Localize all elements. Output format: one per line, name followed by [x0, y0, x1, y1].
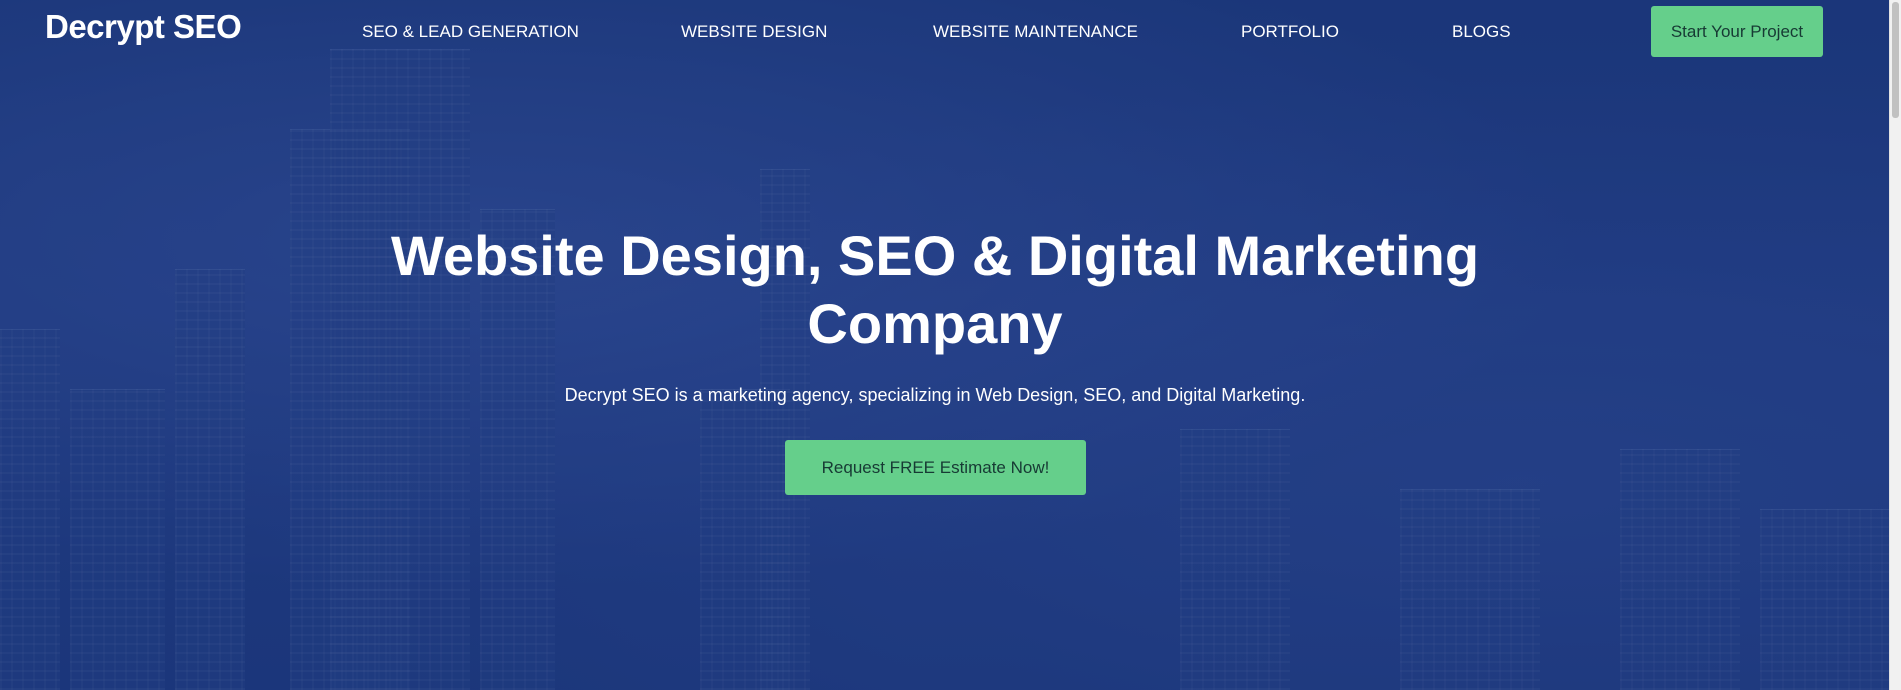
hero-title-line-2: Company	[807, 292, 1063, 355]
site-logo[interactable]: Decrypt SEO	[45, 8, 242, 46]
nav-link-website-design[interactable]: WEBSITE DESIGN	[681, 22, 827, 42]
request-estimate-button[interactable]: Request FREE Estimate Now!	[785, 440, 1086, 495]
hero-title: Website Design, SEO & Digital Marketing …	[0, 222, 1870, 358]
hero-title-line-1: Website Design, SEO & Digital Marketing	[390, 224, 1480, 287]
hero-subtitle: Decrypt SEO is a marketing agency, speci…	[564, 385, 1306, 405]
page: Decrypt SEO SEO & LEAD GENERATION WEBSIT…	[0, 0, 1901, 690]
nav-link-seo-lead-generation[interactable]: SEO & LEAD GENERATION	[362, 22, 579, 42]
nav-link-blogs[interactable]: BLOGS	[1452, 22, 1511, 42]
start-your-project-button[interactable]: Start Your Project	[1651, 6, 1823, 57]
site-header: Decrypt SEO SEO & LEAD GENERATION WEBSIT…	[0, 0, 1890, 64]
scrollbar-thumb[interactable]	[1892, 2, 1899, 118]
nav-link-portfolio[interactable]: PORTFOLIO	[1241, 22, 1339, 42]
page-scrollbar[interactable]	[1889, 0, 1901, 690]
nav-link-website-maintenance[interactable]: WEBSITE MAINTENANCE	[933, 22, 1138, 42]
